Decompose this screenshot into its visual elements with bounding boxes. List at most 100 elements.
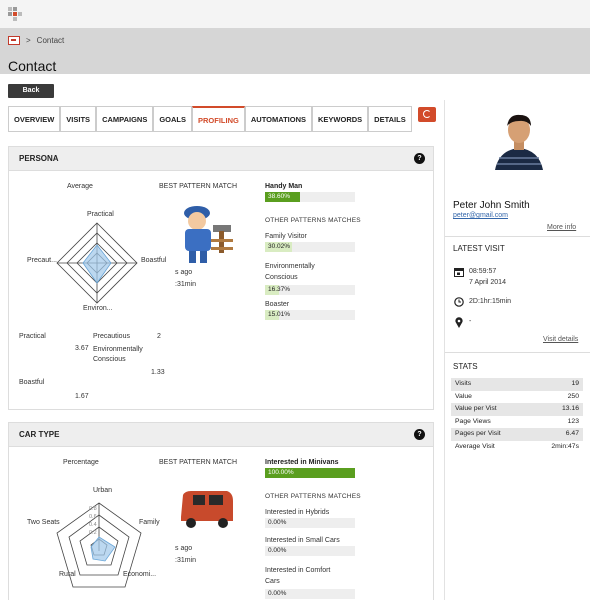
duration-partial: :31min xyxy=(175,557,197,564)
other-patterns-label: OTHER PATTERNS MATCHES xyxy=(265,217,361,224)
refresh-button[interactable] xyxy=(418,107,436,122)
top-match-bar: 38.60% xyxy=(265,192,355,202)
persona-chart-title: Average xyxy=(67,183,93,190)
visit-date: 7 April 2014 xyxy=(469,279,506,286)
clock-icon xyxy=(454,297,464,307)
top-match: Interested in Minivans 100.00% xyxy=(265,459,355,478)
pattern-item: Interested in Comfort Cars 0.00% xyxy=(265,565,355,599)
breadcrumb: > Contact xyxy=(8,36,64,45)
axis-label-urban: Urban xyxy=(93,487,113,494)
car-data-polygon xyxy=(90,536,116,562)
top-match-bar: 100.00% xyxy=(265,468,355,478)
duration-partial: :31min xyxy=(175,281,197,288)
visit-time: 08:59:57 xyxy=(469,268,497,275)
pattern-item: Interested in Hybrids 0.00% xyxy=(265,509,355,528)
pattern-pct: 0.00% xyxy=(268,547,287,554)
stats-row: Average Visit 2min:47s xyxy=(455,442,579,450)
avatar xyxy=(489,106,549,170)
stats-row: Visits 19 xyxy=(451,378,583,391)
radar-tick-labels: 0.8 0.6 0.4 0.2 xyxy=(89,506,97,536)
contact-sidebar: Peter John Smith peter@gmail.com More in… xyxy=(444,100,590,600)
help-icon[interactable]: ? xyxy=(414,153,425,164)
location-pin-icon xyxy=(455,317,463,328)
axis-label-economi: Economi... xyxy=(123,571,157,578)
stats-table: Visits 19 Value 250 Value per Vist 13.16 Pa… xyxy=(451,378,583,453)
tab-profiling[interactable]: PROFILING xyxy=(192,106,245,131)
visit-location: - xyxy=(469,318,472,325)
table-label: Practical xyxy=(19,333,46,340)
visit-details-link[interactable]: Visit details xyxy=(543,336,578,343)
latest-visit-title: LATEST VISIT xyxy=(453,244,505,253)
more-info-link[interactable]: More info xyxy=(547,224,576,231)
table-label: Environmentally Conscious xyxy=(93,346,143,363)
car-chart-title: Percentage xyxy=(63,459,99,466)
axis-label-boastful: Boastful xyxy=(141,257,167,264)
stats-title: STATS xyxy=(453,362,478,371)
table-label: Precautious xyxy=(93,333,130,340)
last-seen-partial: s ago xyxy=(175,269,193,276)
table-value: 1.33 xyxy=(151,369,165,376)
table-value: 1.67 xyxy=(75,393,89,400)
tab-keywords[interactable]: KEYWORDS xyxy=(312,106,369,131)
tab-goals[interactable]: GOALS xyxy=(153,106,193,131)
pattern-pct: 0.00% xyxy=(268,590,287,597)
calendar-icon xyxy=(454,268,464,277)
pattern-pct: 15.01% xyxy=(268,311,291,318)
tab-details[interactable]: DETAILS xyxy=(368,106,412,131)
axis-label-two-seats: Two Seats xyxy=(27,519,60,526)
tab-overview[interactable]: OVERVIEW xyxy=(8,106,61,131)
tab-visits[interactable]: VISITS xyxy=(60,106,97,131)
axis-label-practical: Practical xyxy=(87,211,114,218)
breadcrumb-current: Contact xyxy=(36,36,65,45)
pattern-pct: 0.00% xyxy=(268,519,287,526)
axis-label-precaut: Precaut... xyxy=(27,257,57,264)
minivan-illustration-icon xyxy=(181,491,233,528)
best-pattern-label: BEST PATTERN MATCH xyxy=(159,459,238,466)
pattern-item: Interested in Small Cars 0.00% xyxy=(265,537,355,556)
pattern-pct: 30.02% xyxy=(268,243,291,250)
pattern-pct: 16.37% xyxy=(268,286,291,293)
pattern-item: Environmentally Conscious 16.37% xyxy=(265,261,355,295)
tab-bar: OVERVIEW VISITS CAMPAIGNS GOALS PROFILIN… xyxy=(8,106,412,132)
top-match-name: Interested in Minivans xyxy=(265,459,339,466)
contact-name: Peter John Smith xyxy=(453,200,530,211)
stats-row: Value 250 xyxy=(455,392,579,400)
pattern-name: Environmentally Conscious xyxy=(265,263,315,281)
top-match-pct: 100.00% xyxy=(268,469,294,476)
pattern-item: Family Visitor 30.02% xyxy=(265,233,355,252)
app-logo-icon[interactable] xyxy=(8,7,22,21)
pattern-name: Family Visitor xyxy=(265,233,307,240)
pattern-name: Boaster xyxy=(265,301,290,308)
tab-campaigns[interactable]: CAMPAIGNS xyxy=(96,106,154,131)
top-match-name: Handy Man xyxy=(265,183,303,190)
help-icon[interactable]: ? xyxy=(414,429,425,440)
car-type-panel: CAR TYPE ? Percentage Urban Family Econo… xyxy=(8,422,434,600)
last-seen-partial: s ago xyxy=(175,545,193,552)
table-value: 2 xyxy=(157,333,161,340)
pattern-name: Interested in Hybrids xyxy=(265,509,330,516)
table-value: 3.67 xyxy=(75,345,89,352)
handy-man-illustration-icon xyxy=(184,206,233,263)
visit-duration: 2D:1hr:15min xyxy=(469,298,512,305)
axis-label-rural: Rural xyxy=(59,571,76,578)
persona-title: PERSONA xyxy=(19,154,59,163)
car-type-header: CAR TYPE ? xyxy=(9,423,433,447)
persona-data-polygon xyxy=(82,244,112,284)
persona-header: PERSONA ? xyxy=(9,147,433,171)
pattern-name: Interested in Comfort Cars xyxy=(265,567,331,585)
pattern-name: Interested in Small Cars xyxy=(265,537,340,544)
header-bar xyxy=(0,28,590,74)
stats-row: Pages per Visit 6.47 xyxy=(451,428,583,441)
page-title: Contact xyxy=(8,58,57,74)
car-type-title: CAR TYPE xyxy=(19,430,60,439)
breadcrumb-separator: > xyxy=(26,36,31,45)
top-bar xyxy=(0,0,590,28)
pattern-item: Boaster 15.01% xyxy=(265,301,355,320)
table-label: Boastful xyxy=(19,379,45,386)
home-icon[interactable] xyxy=(8,36,20,45)
divider xyxy=(445,236,590,237)
back-button[interactable]: Back xyxy=(8,84,54,98)
tab-automations[interactable]: AUTOMATIONS xyxy=(244,106,312,131)
contact-email-link[interactable]: peter@gmail.com xyxy=(453,212,508,219)
stats-row: Page Views 123 xyxy=(455,417,579,425)
